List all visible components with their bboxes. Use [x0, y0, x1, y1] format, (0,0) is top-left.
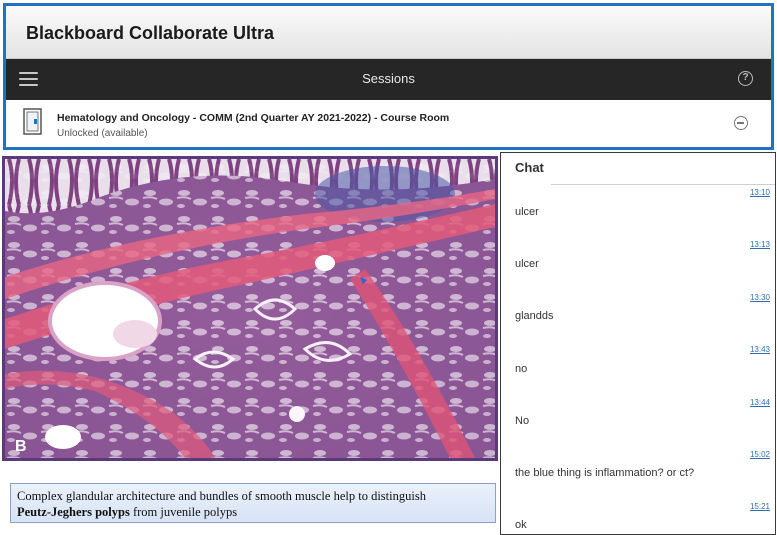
chat-message-time[interactable]: 13:43 [750, 345, 770, 354]
chat-message-time[interactable]: 15:21 [750, 502, 770, 511]
chat-message-text: glandds [515, 310, 554, 322]
chat-message-text: ulcer [515, 258, 539, 270]
slide-caption: Complex glandular architecture and bundl… [10, 483, 496, 523]
chat-message-text: No [515, 415, 530, 427]
session-status: Unlocked (available) [57, 128, 148, 139]
caption-text: Complex glandular architecture and bundl… [17, 489, 426, 503]
chat-message-text: ulcer [515, 206, 539, 218]
presentation-slide: B Complex glandular architecture and bun… [0, 153, 500, 535]
chat-panel: Chat 13:10 ulcer 13:13 ulcer 13:30 gland… [500, 152, 776, 535]
help-icon[interactable]: ? [738, 71, 753, 86]
chat-message-text: ok [515, 519, 527, 531]
app-title: Blackboard Collaborate Ultra [26, 23, 275, 43]
chat-title: Chat [515, 160, 544, 175]
histology-illustration: B [5, 159, 495, 458]
histology-image: B [2, 156, 498, 461]
chat-message-time[interactable]: 13:44 [750, 398, 770, 407]
caption-bold-term: Peutz-Jeghers polyps [17, 505, 130, 519]
session-name: Hematology and Oncology - COMM (2nd Quar… [57, 112, 450, 124]
chat-divider [551, 184, 775, 185]
chat-message-time[interactable]: 13:30 [750, 293, 770, 302]
chat-message-text: no [515, 363, 528, 375]
caption-suffix: from juvenile polyps [129, 505, 238, 519]
collapse-icon[interactable] [734, 116, 748, 130]
chat-message-time[interactable]: 13:13 [750, 240, 770, 249]
app-header: Blackboard Collaborate Ultra [6, 6, 771, 59]
chat-message-time[interactable]: 15:02 [750, 450, 770, 459]
image-corner-label: B [15, 438, 27, 455]
sessions-navbar: Sessions ? [6, 59, 771, 100]
session-row[interactable]: Hematology and Oncology - COMM (2nd Quar… [6, 100, 771, 147]
nav-title: Sessions [362, 71, 415, 86]
blackboard-panel: Blackboard Collaborate Ultra Sessions ? … [3, 3, 774, 150]
chat-message-text: the blue thing is inflammation? or ct? [515, 467, 695, 479]
room-door-icon [23, 108, 42, 135]
chat-message-time[interactable]: 13:10 [750, 188, 770, 197]
